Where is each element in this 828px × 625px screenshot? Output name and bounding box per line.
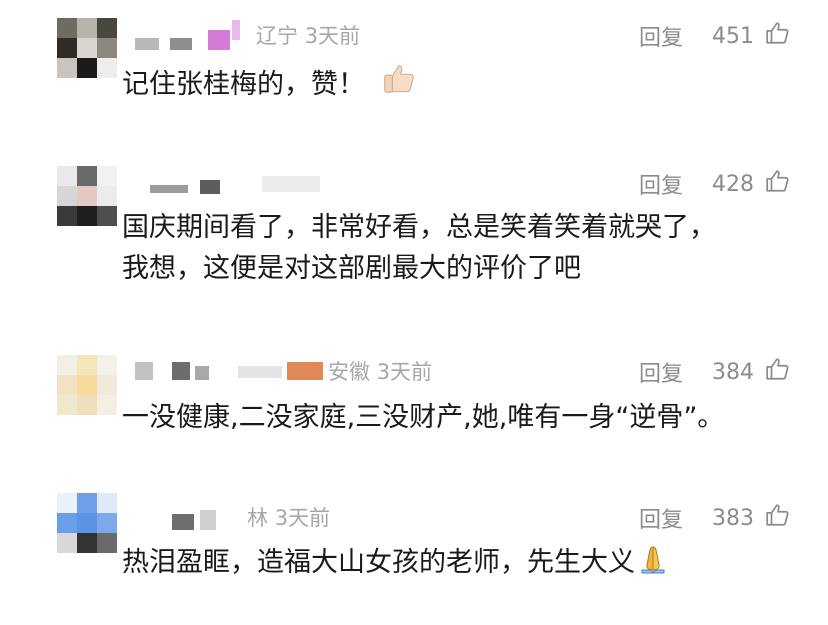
comment-meta: 安徽 3天前 [328,356,432,386]
location-text: 安徽 [328,360,370,384]
avatar[interactable] [57,166,117,226]
comment-text: 热泪盈眶，造福大山女孩的老师，先生大义 [122,542,812,587]
like-count: 384 [712,360,754,385]
like-button[interactable]: 384 [712,356,791,385]
like-count: 383 [712,506,754,531]
comment-text-line: 国庆期间看了，非常好看，总是笑着笑着就哭了， [122,212,716,243]
comment-text: 一没健康,二没家庭,三没财产,她,唯有一身“逆骨”。 [122,397,812,438]
location-text: 林 [247,506,268,530]
comment-text-line: 热泪盈眶，造福大山女孩的老师，先生大义 [122,547,635,578]
like-count: 451 [712,24,754,49]
comment-text: 记住张桂梅的，赞！ [122,59,812,109]
comment-text-line: 一没健康,二没家庭,三没财产,她,唯有一身“逆骨”。 [122,402,725,433]
avatar[interactable] [57,355,117,415]
comment-text: 国庆期间看了，非常好看，总是笑着笑着就哭了， 我想，这便是对这部剧最大的评价了吧 [122,207,812,289]
location-text: 辽宁 [256,24,298,48]
thumbs-up-outline-icon [766,504,789,526]
like-count: 428 [712,172,754,197]
like-button[interactable]: 451 [712,20,791,49]
avatar[interactable] [57,18,117,78]
comment-meta: 辽宁 3天前 [256,20,360,50]
reply-button[interactable]: 回复 [639,20,683,52]
timestamp: 3天前 [376,360,433,384]
folded-hands-emoji-icon [637,543,669,587]
reply-button[interactable]: 回复 [639,502,683,534]
comment-meta: 林 3天前 [247,502,330,532]
timestamp: 3天前 [304,24,361,48]
thumbs-up-outline-icon [766,22,789,44]
comment-text-line: 我想，这便是对这部剧最大的评价了吧 [122,253,581,284]
reply-button[interactable]: 回复 [639,168,683,200]
comment-text-line: 记住张桂梅的，赞！ [122,69,365,100]
like-button[interactable]: 428 [712,168,791,197]
reply-button[interactable]: 回复 [639,356,683,388]
like-button[interactable]: 383 [712,502,791,531]
avatar[interactable] [57,493,117,553]
thumbs-up-emoji-icon [380,59,418,109]
thumbs-up-outline-icon [766,170,789,192]
thumbs-up-outline-icon [766,358,789,380]
timestamp: 3天前 [274,506,331,530]
